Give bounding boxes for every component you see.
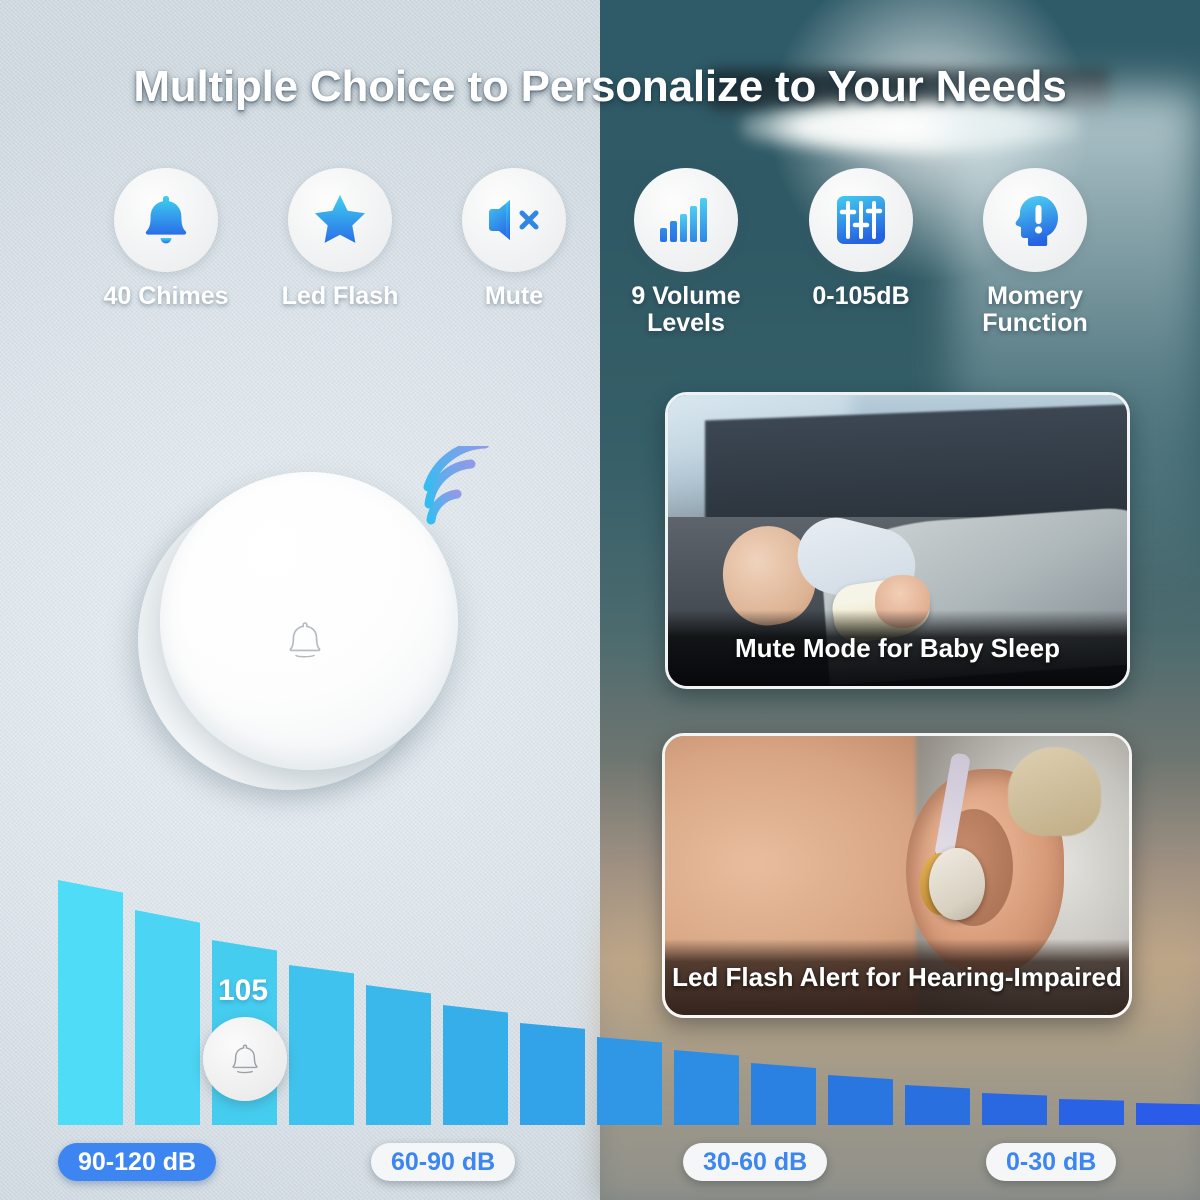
product-infographic: Multiple Choice to Personalize to Your N… [0, 0, 1200, 1200]
chart-bar [135, 910, 200, 1125]
chart-marker-label: 105 [218, 974, 269, 1007]
chart-bar [905, 1085, 970, 1125]
chart-bar [674, 1050, 739, 1125]
chart-bar [289, 965, 354, 1125]
db-range-pill-60-90[interactable]: 60-90 dB [371, 1143, 516, 1181]
chart-bar [443, 1005, 508, 1125]
bell-outline-icon [232, 1044, 258, 1074]
chart-bar [982, 1093, 1047, 1125]
chart-bar [1059, 1099, 1124, 1125]
chart-doorbell-marker [203, 1017, 287, 1101]
chart-bar [828, 1075, 893, 1125]
chart-bar [597, 1037, 662, 1125]
chart-bar [751, 1063, 816, 1125]
db-range-pill-90-120[interactable]: 90-120 dB [58, 1143, 217, 1181]
chart-bar [58, 880, 123, 1125]
db-range-pill-30-60[interactable]: 30-60 dB [683, 1143, 828, 1181]
chart-bar [1136, 1103, 1200, 1125]
chart-bar [366, 985, 431, 1125]
db-range-pill-0-30[interactable]: 0-30 dB [986, 1143, 1117, 1181]
volume-attenuation-bar-chart [58, 880, 1200, 1125]
chart-bar [520, 1023, 585, 1125]
